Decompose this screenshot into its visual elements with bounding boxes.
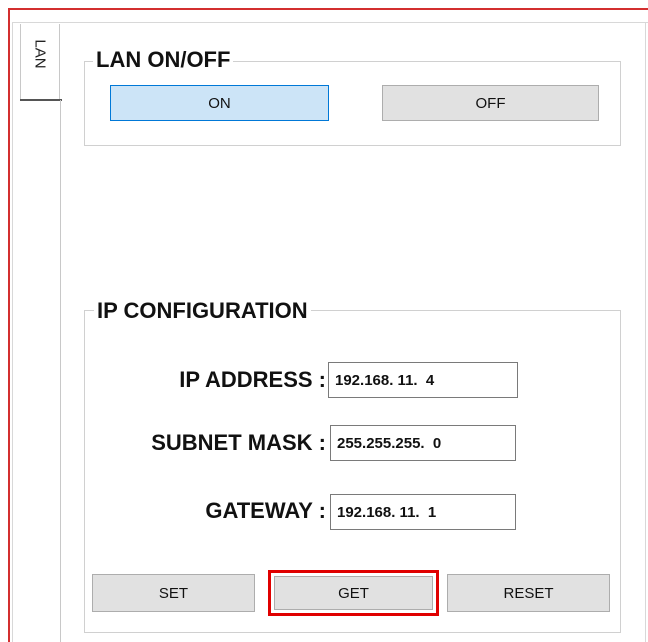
ip-address-label: IP ADDRESS : [179, 367, 326, 392]
lan-settings-window: LAN LAN ON/OFF ON OFF IP CONFIGURATION I… [0, 0, 648, 642]
lan-on-button[interactable]: ON [110, 85, 329, 121]
tab-divider [20, 99, 62, 101]
set-button[interactable]: SET [92, 574, 255, 612]
reset-button[interactable]: RESET [447, 574, 610, 612]
tab-lan[interactable]: LAN [20, 24, 60, 100]
window-frame-top [8, 8, 648, 10]
gateway-field[interactable] [330, 494, 516, 530]
ip-configuration-title: IP CONFIGURATION [94, 298, 311, 324]
lan-onoff-title: LAN ON/OFF [93, 47, 234, 73]
gateway-label: GATEWAY : [205, 498, 326, 523]
window-frame-left [8, 8, 10, 642]
subnet-mask-field[interactable] [330, 425, 516, 461]
content-border-right [645, 22, 646, 642]
content-border-left [12, 22, 13, 642]
tab-strip-border [60, 100, 61, 642]
tab-lan-label: LAN [31, 39, 49, 69]
get-button-highlight: GET [268, 570, 439, 616]
lan-off-button[interactable]: OFF [382, 85, 599, 121]
content-border-top [12, 22, 648, 23]
get-button[interactable]: GET [274, 576, 433, 610]
subnet-mask-label: SUBNET MASK : [151, 430, 326, 455]
ip-address-field[interactable] [328, 362, 518, 398]
